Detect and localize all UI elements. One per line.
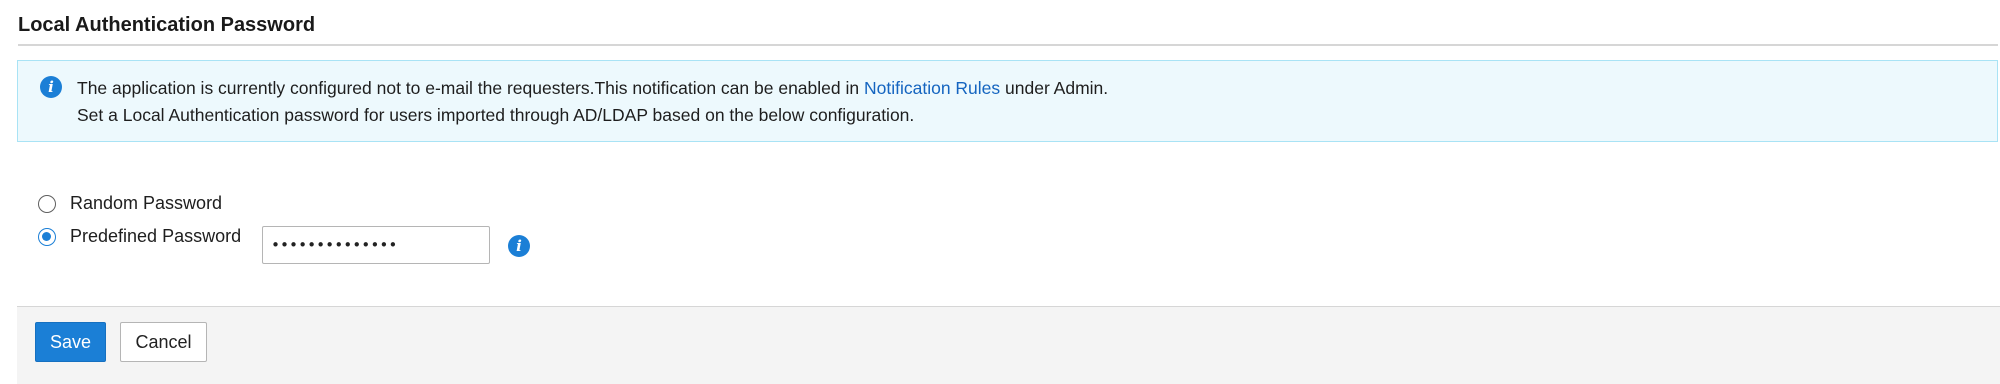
- save-button[interactable]: Save: [35, 322, 106, 362]
- cancel-button[interactable]: Cancel: [120, 322, 207, 362]
- banner-text-suffix: under Admin.: [1000, 78, 1109, 98]
- random-password-label[interactable]: Random Password: [70, 193, 222, 214]
- notification-rules-link[interactable]: Notification Rules: [864, 78, 1000, 98]
- banner-message-line-2: Set a Local Authentication password for …: [77, 105, 915, 125]
- predefined-password-label[interactable]: Predefined Password: [70, 226, 241, 247]
- local-auth-password-page: Local Authentication Password i The appl…: [0, 0, 2000, 384]
- banner-message-line-1: The application is currently configured …: [77, 78, 1108, 99]
- random-password-radio[interactable]: [38, 194, 56, 213]
- predefined-password-option[interactable]: Predefined Password: [38, 226, 241, 247]
- info-icon: i: [40, 76, 62, 98]
- password-info-icon[interactable]: i: [508, 235, 530, 257]
- random-password-option[interactable]: Random Password: [38, 193, 222, 214]
- action-footer: Save Cancel: [17, 306, 2000, 384]
- page-title: Local Authentication Password: [18, 14, 316, 36]
- banner-text-prefix: The application is currently configured …: [77, 78, 864, 98]
- predefined-password-input[interactable]: [262, 226, 490, 264]
- info-banner: i The application is currently configure…: [17, 60, 1998, 142]
- title-divider: [18, 44, 1998, 46]
- predefined-password-radio[interactable]: [38, 227, 56, 246]
